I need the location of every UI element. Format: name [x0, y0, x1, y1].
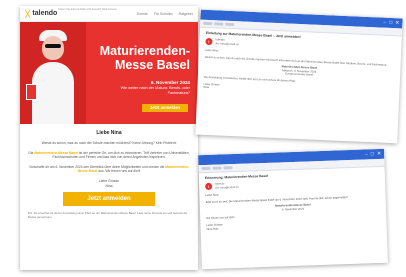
- talendo-logo-icon: ᚷ: [25, 8, 31, 19]
- hero-title: Maturierenden- Messe Basel: [99, 44, 190, 72]
- avatar-icon: t: [205, 37, 213, 46]
- close-icon[interactable]: ✕: [395, 18, 400, 28]
- web-version-note[interactable]: Sehen Sie diese E-Mail nicht korrekt? We…: [58, 8, 117, 11]
- avatar-icon: t: [205, 182, 213, 191]
- hero-banner: Maturierenden- Messe Basel 6. November 2…: [20, 22, 198, 124]
- paragraph-intro: Weisst du schon, was du nach der Schule …: [41, 141, 177, 145]
- maximize-icon[interactable]: □: [389, 18, 392, 28]
- register-button[interactable]: Jetzt anmelden: [63, 192, 155, 207]
- recipient-line: An: nina@email.ch: [215, 184, 239, 190]
- delete-icon[interactable]: [225, 22, 235, 27]
- mail-content: Einladung zur Maturierenden-Messe Basel …: [197, 28, 402, 104]
- newsletter-header: ᚷ talendo Sehen Sie diese E-Mail nicht k…: [20, 6, 198, 22]
- nav-link-guide[interactable]: Ratgeber: [179, 12, 193, 16]
- newsletter-nav: Events Für Schulen Ratgeber: [137, 12, 193, 16]
- signature: Liebe Grüsse Nina: [98, 178, 120, 188]
- hero-register-button[interactable]: Jetzt anmelden: [142, 104, 188, 112]
- forward-icon[interactable]: [212, 166, 222, 170]
- minimize-icon[interactable]: –: [383, 18, 386, 28]
- delete-icon[interactable]: [223, 166, 233, 170]
- paragraph-fair: Die Maturierenden-Messe Basel ist der pe…: [28, 150, 190, 160]
- nav-link-events[interactable]: Events: [137, 12, 148, 16]
- maximize-icon[interactable]: □: [371, 149, 374, 159]
- close-icon[interactable]: ✕: [377, 149, 382, 159]
- mail-content: Erinnerung: Maturierenden-Messe Basel t …: [199, 167, 387, 238]
- nav-link-schools[interactable]: Für Schulen: [154, 12, 173, 16]
- recipient-line: An: nina@email.ch: [215, 40, 239, 46]
- reply-icon[interactable]: [201, 166, 211, 171]
- forward-icon[interactable]: [214, 22, 224, 26]
- ps-note: P.S. Du erreichst mit deiner Anmeldung e…: [28, 211, 188, 219]
- email-window-invitation: – □ ✕ Einladung zur Maturierenden-Messe …: [195, 9, 403, 144]
- hero-photo: [20, 22, 86, 124]
- hero-date: 6. November 2024: [150, 80, 190, 85]
- newsletter-preview: ᚷ talendo Sehen Sie diese E-Mail nicht k…: [20, 6, 198, 270]
- brand-name: talendo: [32, 10, 58, 17]
- paragraph-date: Vorschaffe dir am 6. November 2024 den Ü…: [28, 164, 190, 174]
- newsletter-body: Liebe Nina Weisst du schon, was du nach …: [20, 124, 198, 224]
- email-window-reminder: – □ ✕ Erinnerung: Maturierenden-Messe Ba…: [198, 148, 388, 270]
- reply-icon[interactable]: [203, 21, 213, 26]
- minimize-icon[interactable]: –: [365, 149, 368, 159]
- hero-subtitle: Wie weiter nach der Matura: Berufs- oder…: [120, 86, 190, 95]
- greeting: Liebe Nina: [96, 130, 122, 136]
- fair-link[interactable]: Maturierenden-Messe Basel: [34, 151, 78, 155]
